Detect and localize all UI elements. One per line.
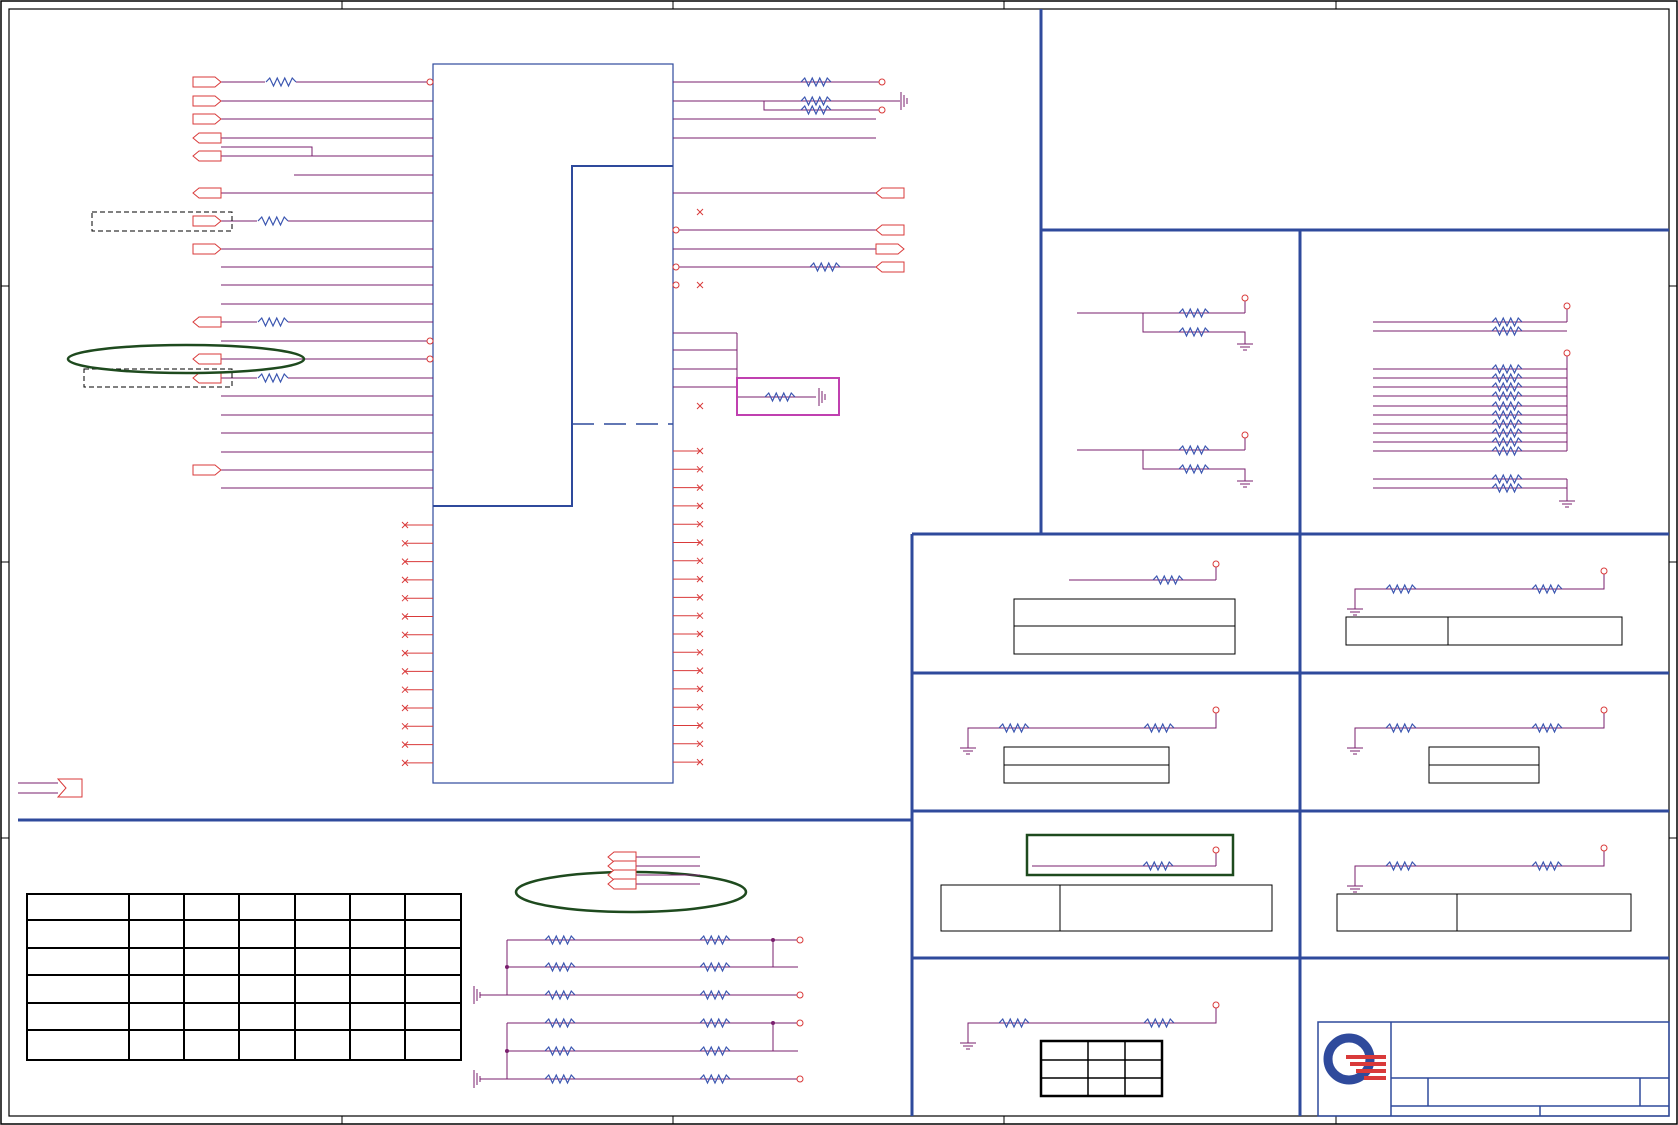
terminal-icon: [1241, 294, 1249, 302]
terminal-icon: [426, 337, 434, 345]
inner-frame: [8, 8, 1670, 1117]
offpage-connector-icon: [192, 187, 222, 199]
ic-right-pins: [672, 76, 908, 410]
terminal-icon: [426, 78, 434, 86]
ic-inner-section: [433, 165, 673, 507]
ground-icon: [900, 92, 908, 110]
title-block: [1317, 1021, 1670, 1117]
offpage-connector-icon: [875, 187, 905, 199]
ground-icon: [960, 742, 976, 755]
offpage-connector-icon: [192, 76, 222, 88]
schematic-sheet: [0, 0, 1678, 1125]
junction-dot: [505, 1049, 509, 1053]
terminal-icon: [1600, 567, 1608, 575]
terminal-icon: [672, 263, 680, 271]
table-left-grid: [27, 894, 461, 1060]
terminal-icon: [878, 106, 886, 114]
ground-icon: [1347, 603, 1363, 616]
ic-left-pins: [18, 76, 434, 798]
offpage-connector-icon: [192, 353, 222, 365]
no-connect-icon: [696, 402, 704, 410]
annotations: [66, 211, 1235, 914]
table-left-frame: [26, 893, 462, 1061]
junction-dot: [771, 938, 775, 942]
ground-icon: [1347, 742, 1363, 755]
offpage-connector-icon: [192, 243, 222, 255]
ground-icon: [818, 388, 826, 406]
ground-icon: [1237, 475, 1253, 488]
panel-wire: [1354, 573, 1605, 603]
terminal-icon: [1212, 1001, 1220, 1009]
no-connect-icon: [696, 281, 704, 289]
offpage-connector-icon: [56, 778, 83, 798]
sheet-border: [0, 0, 1678, 1125]
ground-icon: [960, 1037, 976, 1050]
highlight-box-green: [1025, 833, 1235, 877]
offpage-connector-icon: [192, 113, 222, 125]
offpage-connector-icon: [875, 243, 905, 255]
offpage-connector-icon: [192, 316, 222, 328]
offpage-connector-icon: [875, 224, 905, 236]
terminal-icon: [1241, 431, 1249, 439]
option-table: [1345, 616, 1623, 646]
offpage-connector-icon: [192, 150, 222, 162]
option-table: [1039, 1039, 1164, 1098]
offpage-connector-icon: [607, 878, 637, 890]
no-connect-icon: [696, 208, 704, 216]
panel-wire: [1354, 850, 1605, 880]
offpage-connector-icon: [192, 95, 222, 107]
terminal-icon: [796, 936, 804, 944]
net-stub: [763, 101, 882, 111]
ground-icon: [1237, 338, 1253, 351]
offpage-connector-icon: [875, 261, 905, 273]
offpage-connectors-bottom-left: [607, 851, 700, 890]
ground-icon: [1559, 495, 1575, 508]
terminal-icon: [796, 991, 804, 999]
option-table: [1336, 893, 1632, 932]
junction-dot: [505, 965, 509, 969]
bottom-resistor-network: [473, 934, 804, 1088]
outer-frame: [0, 0, 1678, 1125]
terminal-icon: [878, 78, 886, 86]
terminal-icon: [1563, 349, 1571, 357]
table-left: [26, 893, 462, 1061]
ground-icon: [473, 1070, 481, 1088]
junction-dot: [771, 1021, 775, 1025]
terminal-icon: [426, 355, 434, 363]
main-ic: [432, 63, 674, 784]
terminal-icon: [1600, 706, 1608, 714]
zone-dividers: [18, 9, 1669, 1116]
offpage-connector-icon: [192, 372, 222, 384]
terminal-icon: [1600, 844, 1608, 852]
offpage-connector-icon: [192, 464, 222, 476]
terminal-icon: [672, 226, 680, 234]
net-stub: [221, 146, 313, 156]
terminal-icon: [672, 281, 680, 289]
terminal-icon: [1212, 706, 1220, 714]
terminal-icon: [1212, 846, 1220, 854]
option-table: [940, 884, 1273, 932]
company-logo-icon: [1323, 1033, 1386, 1085]
panel-wire: [1354, 712, 1605, 742]
offpage-connector-icon: [192, 132, 222, 144]
terminal-icon: [796, 1019, 804, 1027]
ic-no-connect-pins: [401, 447, 704, 767]
offpage-connector-icon: [192, 215, 222, 227]
right-panels: [940, 294, 1632, 1098]
ground-icon: [1347, 880, 1363, 893]
ground-icon: [473, 986, 481, 1004]
terminal-icon: [1212, 560, 1220, 568]
panel-wire: [967, 712, 1217, 742]
panel-wire: [967, 1007, 1217, 1037]
terminal-icon: [796, 1075, 804, 1083]
zone-ticks: [1, 1, 1677, 1124]
terminal-icon: [1563, 302, 1571, 310]
